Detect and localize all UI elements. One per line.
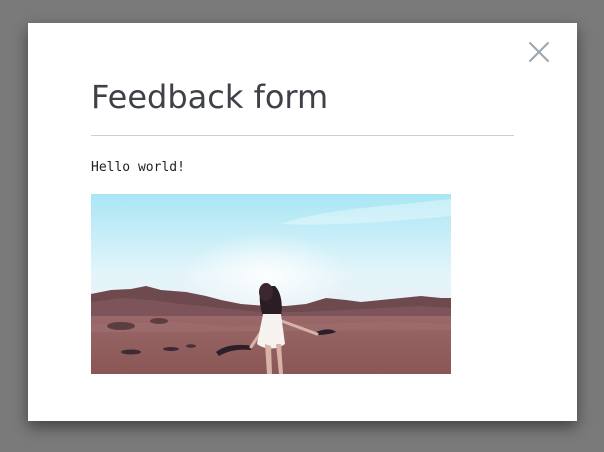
desert-photo (91, 194, 451, 374)
close-button[interactable] (527, 40, 551, 64)
feedback-modal: Feedback form Hello world! (28, 23, 577, 421)
title-divider (91, 135, 514, 136)
desert-photo-image (91, 194, 451, 374)
close-icon (529, 42, 549, 62)
modal-title: Feedback form (91, 78, 329, 116)
modal-message: Hello world! (91, 160, 185, 175)
